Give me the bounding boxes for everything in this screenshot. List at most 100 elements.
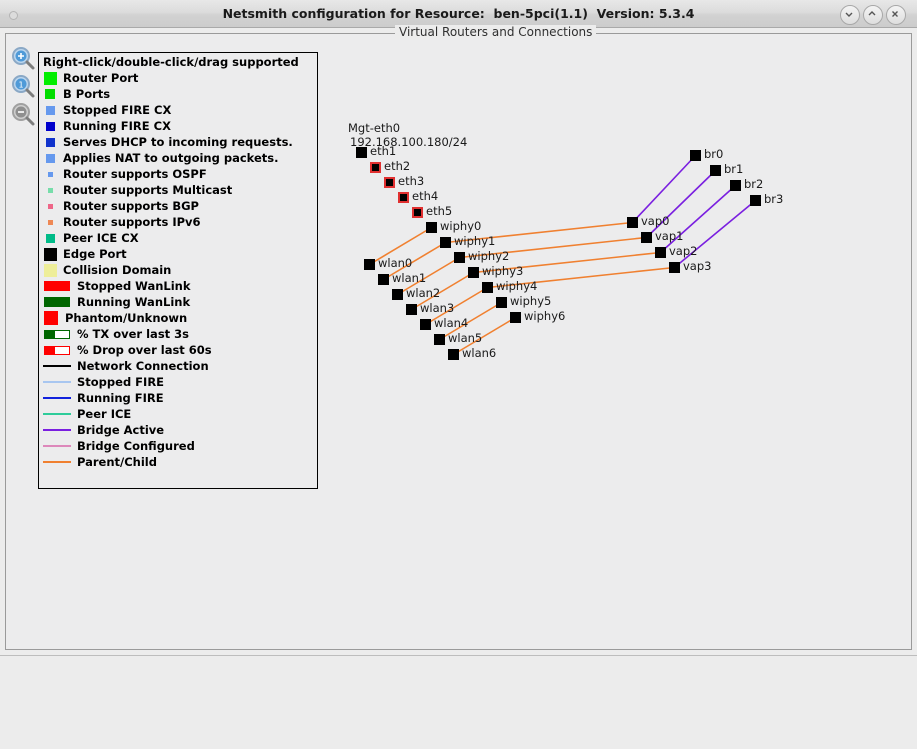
diagram-node-label: eth4 [412, 189, 439, 203]
diagram-node-label: wiphy4 [496, 279, 538, 293]
diagram-node-wiphy0[interactable] [426, 222, 437, 233]
bottom-toolbar: WanLinksWanLink NamesPeer WanLinksWanLin… [0, 655, 917, 749]
legend-item-label: Stopped FIRE [77, 375, 165, 389]
zoom-out-button[interactable] [10, 102, 36, 128]
zoom-in-button[interactable] [10, 46, 36, 72]
window-title: Netsmith configuration for Resource: ben… [222, 6, 695, 21]
legend-item-label: Peer ICE CX [63, 231, 139, 245]
diagram-node-label: wiphy3 [482, 264, 524, 278]
diagram-node-eth3[interactable] [384, 177, 395, 188]
legend-item-label: Router supports BGP [63, 199, 199, 213]
legend-item: Phantom/Unknown [42, 310, 317, 326]
edge-bridge_active [631, 154, 697, 224]
network-diagram-canvas[interactable]: Mgt-eth0 192.168.100.180/24 eth1 eth2 eth3… [322, 40, 906, 615]
legend-item-label: Network Connection [77, 359, 209, 373]
legend-item-label: B Ports [63, 87, 111, 101]
zoom-reset-icon: 1 [12, 75, 35, 98]
legend-swatch-line [42, 358, 72, 374]
diagram-node-label: eth1 [370, 144, 397, 158]
diagram-node-label: wiphy1 [454, 234, 496, 248]
diagram-node-vap3[interactable] [669, 262, 680, 273]
zoom-in-icon [12, 47, 35, 70]
legend-swatch-box [42, 166, 58, 182]
diagram-node-br2[interactable] [730, 180, 741, 191]
diagram-node-label: wlan2 [406, 286, 441, 300]
legend-swatch-line [42, 454, 72, 470]
diagram-node-label: vap2 [669, 244, 698, 258]
legend-swatch-bar [42, 310, 60, 326]
legend-item: Router supports IPv6 [42, 214, 317, 230]
legend-swatch-box [42, 262, 58, 278]
diagram-node-wlan6[interactable] [448, 349, 459, 360]
diagram-node-br0[interactable] [690, 150, 701, 161]
diagram-node-label: br3 [764, 192, 784, 206]
diagram-node-wlan1[interactable] [378, 274, 389, 285]
diagram-node-label: vap1 [655, 229, 684, 243]
legend-item-label: Running WanLink [77, 295, 191, 309]
diagram-node-wiphy3[interactable] [468, 267, 479, 278]
legend-item-label: Peer ICE [77, 407, 132, 421]
legend-swatch-meter [42, 342, 72, 358]
diagram-node-vap2[interactable] [655, 247, 666, 258]
legend-item-label: Parent/Child [77, 455, 157, 469]
legend-item-label: Bridge Configured [77, 439, 195, 453]
legend-swatch-box [42, 134, 58, 150]
diagram-node-wlan0[interactable] [364, 259, 375, 270]
legend-item-label: Stopped WanLink [77, 279, 191, 293]
diagram-node-label: wlan6 [462, 346, 497, 360]
legend-item-label: Serves DHCP to incoming requests. [63, 135, 293, 149]
diagram-node-wlan2[interactable] [392, 289, 403, 300]
diagram-node-label: eth5 [426, 204, 453, 218]
legend-swatch-box [42, 182, 58, 198]
zoom-reset-button[interactable]: 1 [10, 74, 36, 100]
diagram-node-br3[interactable] [750, 195, 761, 206]
diagram-node-vap0[interactable] [627, 217, 638, 228]
minimize-button[interactable] [840, 5, 860, 25]
diagram-node-label: br0 [704, 147, 724, 161]
diagram-node-eth2[interactable] [370, 162, 381, 173]
diagram-node-label: br1 [724, 162, 744, 176]
diagram-node-wiphy6[interactable] [510, 312, 521, 323]
diagram-node-br1[interactable] [710, 165, 721, 176]
diagram-node-wiphy2[interactable] [454, 252, 465, 263]
legend-swatch-bar [42, 278, 72, 294]
legend-item-label: Router supports Multicast [63, 183, 233, 197]
diagram-node-eth5[interactable] [412, 207, 423, 218]
svg-text:1: 1 [18, 81, 23, 90]
legend-panel: Right-click/double-click/drag supported … [38, 52, 318, 489]
diagram-node-wiphy1[interactable] [440, 237, 451, 248]
legend-item: Router Port [42, 70, 317, 86]
diagram-node-eth4[interactable] [398, 192, 409, 203]
legend-item: Parent/Child [42, 454, 317, 470]
zoom-out-icon [12, 103, 35, 126]
diagram-node-label: vap0 [641, 214, 670, 228]
legend-item: Bridge Configured [42, 438, 317, 454]
legend-item: Stopped FIRE [42, 374, 317, 390]
diagram-node-label: wlan1 [392, 271, 427, 285]
close-button[interactable] [886, 5, 906, 25]
diagram-node-label: wlan3 [420, 301, 455, 315]
diagram-node-label: wiphy5 [510, 294, 552, 308]
legend-swatch-line [42, 374, 72, 390]
legend-swatch-line [42, 438, 72, 454]
diagram-node-wlan4[interactable] [420, 319, 431, 330]
diagram-node-vap1[interactable] [641, 232, 652, 243]
diagram-node-wlan3[interactable] [406, 304, 417, 315]
chevron-up-icon [868, 11, 876, 16]
diagram-node-eth1[interactable] [356, 147, 367, 158]
legend-item: Peer ICE [42, 406, 317, 422]
legend-item: Router supports BGP [42, 198, 317, 214]
chevron-down-icon [845, 12, 853, 17]
legend-item-label: Router supports OSPF [63, 167, 207, 181]
legend-item: Running FIRE CX [42, 118, 317, 134]
diagram-node-wiphy4[interactable] [482, 282, 493, 293]
diagram-node-wiphy5[interactable] [496, 297, 507, 308]
legend-item-label: Running FIRE [77, 391, 164, 405]
netsmith-window: Netsmith configuration for Resource: ben… [0, 0, 917, 749]
maximize-button[interactable] [863, 5, 883, 25]
legend-item: Collision Domain [42, 262, 317, 278]
edge-layer [369, 154, 757, 356]
diagram-node-wlan5[interactable] [434, 334, 445, 345]
mgmt-port-title: Mgt-eth0 [348, 121, 401, 135]
legend-rows: Router Port B Ports Stopped FIRE CX Running… [42, 70, 317, 470]
